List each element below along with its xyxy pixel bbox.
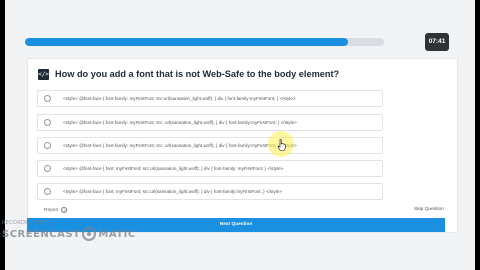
- watermark-brand-right: MATIC: [98, 228, 136, 240]
- recording-watermark: RECORDED WITH SCREENCAST MATIC: [2, 220, 136, 241]
- screencast-logo-icon: [82, 227, 97, 241]
- skip-question-link[interactable]: Skip Question: [414, 207, 444, 212]
- radio-button[interactable]: [44, 119, 51, 126]
- hand-cursor-icon: [277, 139, 286, 151]
- code-icon: </>: [38, 69, 49, 80]
- question-card: </> How do you add a font that is not We…: [27, 58, 458, 233]
- right-letterbox: [475, 0, 480, 270]
- watermark-brand: SCREENCAST MATIC: [2, 227, 136, 241]
- answer-option-3[interactable]: <style> @font-face { font-family: myFirs…: [37, 137, 383, 154]
- radio-button[interactable]: [44, 165, 51, 172]
- answer-option-4[interactable]: <style> @font-face { font: myFirstFont; …: [37, 160, 383, 177]
- watermark-top-text: RECORDED WITH: [2, 220, 50, 226]
- answer-option-5[interactable]: <style> @font-face { font: myFirstFont; …: [37, 183, 383, 200]
- answer-option-text: <style> @font-face { font-family: myFirs…: [63, 120, 297, 125]
- answer-option-2[interactable]: <style> @font-face { font-family: myFirs…: [37, 114, 383, 131]
- report-label[interactable]: Report: [44, 208, 58, 213]
- answer-option-text: <style> @font-face { font-family: myFirs…: [63, 96, 296, 101]
- question-title: How do you add a font that is not Web-Sa…: [55, 69, 340, 79]
- answer-option-1[interactable]: <style> @font-face { font-family: myFirs…: [37, 90, 383, 107]
- countdown-timer: 07:41: [425, 33, 449, 51]
- help-icon[interactable]: ?: [61, 207, 68, 213]
- answer-option-text: <style> @font-face { font: myFirstFont; …: [63, 189, 283, 194]
- quiz-progress-fill: [25, 38, 349, 46]
- answer-option-text: <style> @font-face { font: myFirstFont; …: [63, 166, 284, 171]
- radio-button[interactable]: [44, 142, 51, 149]
- radio-button[interactable]: [44, 95, 51, 102]
- report-link[interactable]: Report ?: [44, 207, 68, 213]
- quiz-progress-bar: [25, 38, 384, 46]
- answer-option-text: <style> @font-face { font-family: myFirs…: [63, 143, 297, 148]
- radio-button[interactable]: [44, 188, 51, 195]
- watermark-brand-left: SCREENCAST: [2, 228, 81, 240]
